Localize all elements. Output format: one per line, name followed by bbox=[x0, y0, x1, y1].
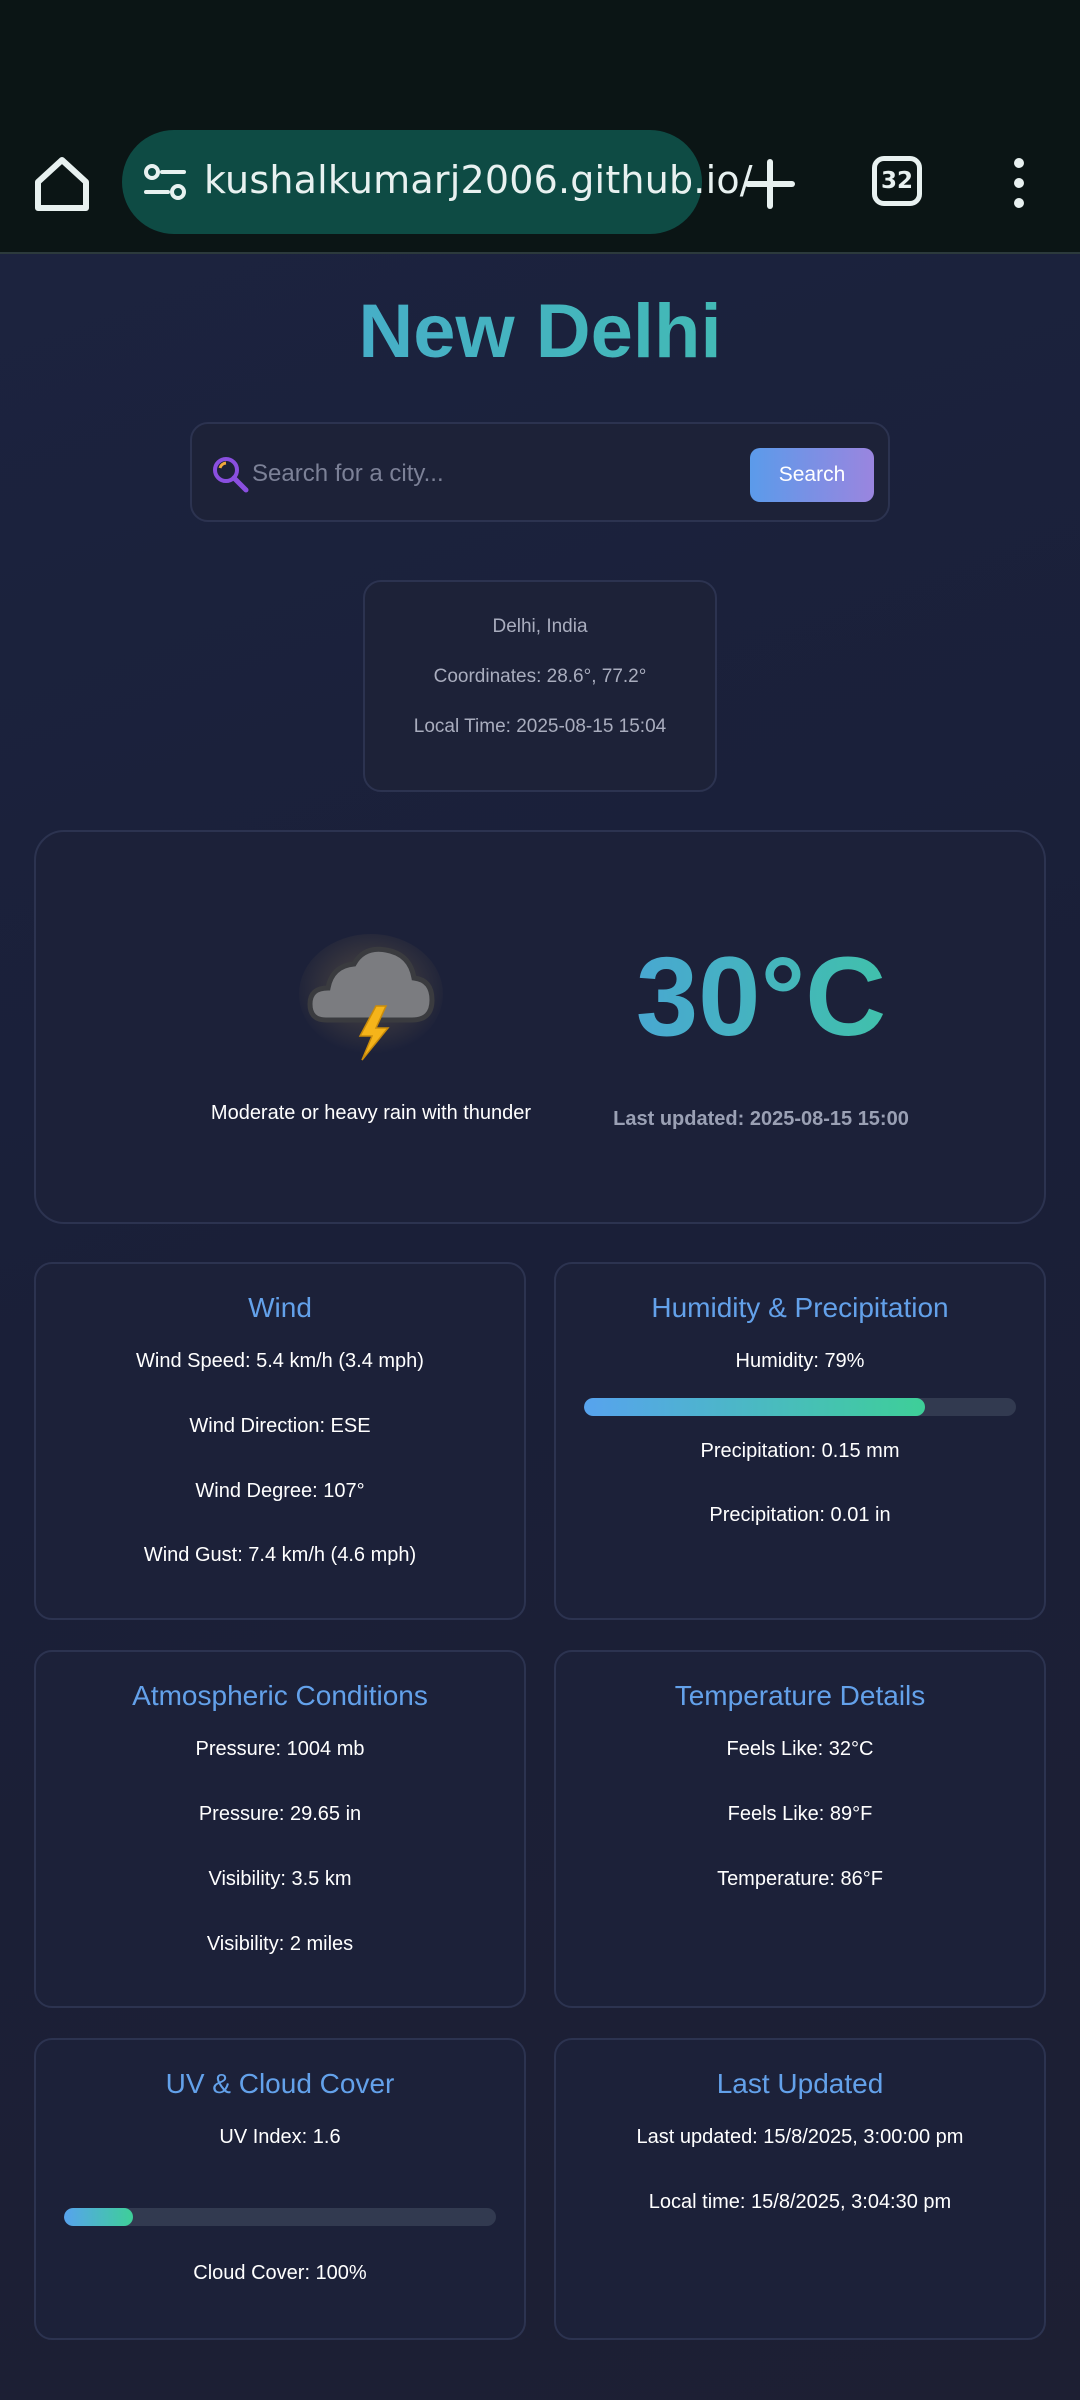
uv-card: UV & Cloud Cover UV Index: 1.6 Cloud Cov… bbox=[34, 2038, 526, 2340]
visibility-miles: Visibility: 2 miles bbox=[206, 1933, 354, 1955]
location-coordinates: Coordinates: 28.6°, 77.2° bbox=[433, 666, 647, 687]
pressure-in: Pressure: 29.65 in bbox=[198, 1803, 362, 1825]
humidity-card: Humidity & Precipitation Humidity: 79% P… bbox=[554, 1262, 1046, 1620]
wind-card: Wind Wind Speed: 5.4 km/h (3.4 mph) Wind… bbox=[34, 1262, 526, 1620]
url-text[interactable]: kushalkumarj2006.github.io/ bbox=[204, 158, 753, 202]
search-icon bbox=[213, 457, 249, 493]
search-bar: Search bbox=[190, 422, 890, 522]
pressure-mb: Pressure: 1004 mb bbox=[195, 1738, 365, 1760]
more-menu-icon[interactable] bbox=[1004, 158, 1034, 218]
visibility-km: Visibility: 3.5 km bbox=[208, 1868, 352, 1890]
atmospheric-card-title: Atmospheric Conditions bbox=[132, 1680, 428, 1711]
page-title: New Delhi bbox=[0, 288, 1080, 375]
wind-direction: Wind Direction: ESE bbox=[189, 1415, 371, 1437]
uv-bar bbox=[64, 2208, 496, 2226]
cloud-cover: Cloud Cover: 100% bbox=[193, 2262, 367, 2284]
address-bar[interactable]: kushalkumarj2006.github.io/ bbox=[122, 130, 753, 234]
wind-gust: Wind Gust: 7.4 km/h (4.6 mph) bbox=[143, 1544, 417, 1566]
search-input[interactable] bbox=[252, 448, 722, 500]
wind-card-title: Wind bbox=[248, 1292, 312, 1323]
humidity-value: Humidity: 79% bbox=[735, 1350, 865, 1372]
search-button[interactable]: Search bbox=[750, 448, 874, 502]
temperature-card: Temperature Details Feels Like: 32°C Fee… bbox=[554, 1650, 1046, 2008]
feels-like-c: Feels Like: 32°C bbox=[726, 1738, 874, 1760]
last-updated-card-title: Last Updated bbox=[716, 2068, 884, 2099]
feels-like-f: Feels Like: 89°F bbox=[727, 1803, 873, 1825]
wind-degree: Wind Degree: 107° bbox=[195, 1480, 365, 1502]
current-weather-card: Moderate or heavy rain with thunder 30°C… bbox=[34, 830, 1046, 1224]
weather-last-updated: Last updated: 2025-08-15 15:00 bbox=[613, 1108, 909, 1130]
uv-bar-fill bbox=[64, 2208, 134, 2226]
last-updated-card: Last Updated Last updated: 15/8/2025, 3:… bbox=[554, 2038, 1046, 2340]
uv-index: UV Index: 1.6 bbox=[219, 2126, 341, 2148]
wind-speed: Wind Speed: 5.4 km/h (3.4 mph) bbox=[136, 1350, 424, 1372]
browser-toolbar: kushalkumarj2006.github.io/ 32 bbox=[0, 120, 1080, 254]
home-icon[interactable] bbox=[30, 152, 94, 216]
tab-count: 32 bbox=[880, 168, 913, 194]
precipitation-in: Precipitation: 0.01 in bbox=[709, 1504, 891, 1526]
tab-switcher-button[interactable]: 32 bbox=[872, 156, 922, 206]
weather-condition: Moderate or heavy rain with thunder bbox=[210, 1102, 532, 1124]
uv-card-title: UV & Cloud Cover bbox=[165, 2068, 395, 2099]
current-temperature: 30°C bbox=[586, 932, 936, 1061]
humidity-card-title: Humidity & Precipitation bbox=[651, 1292, 949, 1323]
local-time-value: Local time: 15/8/2025, 3:04:30 pm bbox=[648, 2191, 952, 2213]
humidity-bar-fill bbox=[584, 1398, 926, 1416]
atmospheric-card: Atmospheric Conditions Pressure: 1004 mb… bbox=[34, 1650, 526, 2008]
location-name: Delhi, India bbox=[492, 616, 588, 637]
status-bar bbox=[0, 0, 1080, 120]
humidity-bar bbox=[584, 1398, 1016, 1416]
thunderstorm-icon bbox=[299, 934, 443, 1061]
temperature-f: Temperature: 86°F bbox=[717, 1868, 883, 1890]
site-settings-icon[interactable] bbox=[142, 160, 188, 206]
new-tab-icon[interactable] bbox=[740, 154, 800, 214]
temperature-card-title: Temperature Details bbox=[674, 1680, 926, 1711]
location-card: Delhi, India Coordinates: 28.6°, 77.2° L… bbox=[363, 580, 717, 792]
precipitation-mm: Precipitation: 0.15 mm bbox=[700, 1440, 900, 1462]
last-updated-value: Last updated: 15/8/2025, 3:00:00 pm bbox=[636, 2126, 964, 2148]
location-local-time: Local Time: 2025-08-15 15:04 bbox=[413, 716, 667, 737]
